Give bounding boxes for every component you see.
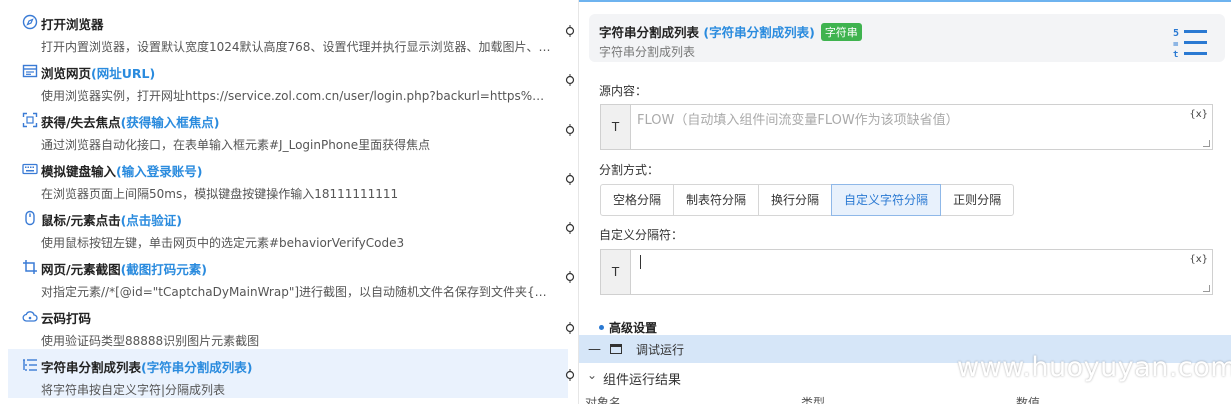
resize-handle[interactable] <box>1203 285 1210 292</box>
minimize-icon[interactable]: — <box>588 342 601 357</box>
variable-insert-icon[interactable]: {x} <box>1189 254 1208 265</box>
connector-handle-icon[interactable] <box>564 322 576 334</box>
step-open-browser[interactable]: 打开浏览器 打开内置浏览器，设置默认宽度1024默认高度768、设置代理并执行显… <box>8 6 568 55</box>
bullet-icon <box>599 325 604 330</box>
watermark: www.huoyuyan.com <box>957 352 1231 383</box>
list-split-icon: 5 = t <box>1173 28 1207 60</box>
step-title: 鼠标/元素点击(点击验证) <box>41 213 183 228</box>
step-keyboard-input[interactable]: 模拟键盘输入(输入登录账号) 在浏览器页面上间隔50ms，模拟键盘按键操作输入1… <box>8 153 568 202</box>
connector-handle-icon[interactable] <box>564 173 576 185</box>
step-title: 云码打码 <box>41 311 92 326</box>
step-title: 浏览网页(网址URL) <box>41 66 156 81</box>
run-result-label: 组件运行结果 <box>603 373 682 388</box>
component-settings-panel: 字符串分割成列表 (字符串分割成列表) 字符串 字符串分割成列表 5 = t 源内… <box>578 0 1231 404</box>
resize-handle[interactable] <box>1203 140 1210 147</box>
crop-icon <box>23 260 37 274</box>
split-option-custom[interactable]: 自定义字符分隔 <box>831 184 942 216</box>
step-desc: 使用验证码类型88888识别图片元素截图 <box>41 334 260 348</box>
advanced-settings-toggle[interactable]: 高级设置 <box>599 319 657 336</box>
list-split-icon <box>23 359 37 371</box>
step-desc: 打开内置浏览器，设置默认宽度1024默认高度768、设置代理并执行显示浏览器、加… <box>41 40 551 54</box>
result-table-header: 对象名 类型 数值 <box>579 392 1231 404</box>
keyboard-icon <box>22 163 38 175</box>
cloud-icon <box>22 311 38 322</box>
window-icon[interactable] <box>610 344 622 354</box>
type-badge: 字符串 <box>820 23 862 41</box>
chevron-down-icon[interactable]: ⌄ <box>587 368 597 382</box>
variable-insert-icon[interactable]: {x} <box>1189 109 1208 120</box>
split-option-newline[interactable]: 换行分隔 <box>758 184 833 216</box>
custom-delimiter-label: 自定义分隔符： <box>599 228 684 242</box>
mouse-icon <box>25 210 35 226</box>
column-type: 类型 <box>801 396 826 404</box>
connector-handle-icon[interactable] <box>564 369 576 381</box>
connector-handle-icon[interactable] <box>564 74 576 86</box>
focus-frame-icon <box>22 112 38 128</box>
connector-handle-icon[interactable] <box>564 222 576 234</box>
split-mode-selector: 空格分隔 制表符分隔 换行分隔 自定义字符分隔 正则分隔 <box>600 184 1015 216</box>
step-title: 网页/元素截图(截图打码元素) <box>41 262 208 277</box>
component-title: 字符串分割成列表 (字符串分割成列表) 字符串 <box>599 22 862 41</box>
step-desc: 对指定元素//*[@id="tCaptchaDyMainWrap"]进行截图，以… <box>41 285 551 299</box>
step-browse-page[interactable]: 浏览网页(网址URL) 使用浏览器实例，打开网址https://service.… <box>8 55 568 104</box>
split-mode-label: 分割方式： <box>599 163 660 177</box>
svg-text:=: = <box>1173 40 1179 50</box>
step-title: 字符串分割成列表(字符串分割成列表) <box>41 360 253 375</box>
connector-handle-icon[interactable] <box>564 25 576 37</box>
step-title: 模拟键盘输入(输入登录账号) <box>41 164 203 179</box>
component-header: 字符串分割成列表 (字符串分割成列表) 字符串 字符串分割成列表 5 = t <box>589 14 1225 62</box>
source-label: 源内容： <box>599 84 648 98</box>
step-desc: 将字符串按自定义字符|分隔成列表 <box>41 383 226 397</box>
step-mouse-click[interactable]: 鼠标/元素点击(点击验证) 使用鼠标按钮左键，单击网页中的选定元素#behavi… <box>8 202 568 251</box>
text-cursor <box>640 255 641 269</box>
source-content-field[interactable]: T FLOW（自动填入组件间流变量FLOW作为该项缺省值） {x} <box>600 104 1213 150</box>
step-captcha-solve[interactable]: 云码打码 使用验证码类型88888识别图片元素截图 <box>8 300 568 349</box>
step-desc: 使用鼠标按钮左键，单击网页中的选定元素#behaviorVerifyCode3 <box>41 236 405 250</box>
text-type-toggle[interactable]: T <box>601 105 631 149</box>
browser-window-icon <box>22 64 38 78</box>
debug-run-label: 调试运行 <box>636 343 685 357</box>
text-type-toggle[interactable]: T <box>601 250 631 294</box>
column-object-name: 对象名 <box>585 396 622 404</box>
compass-icon <box>22 14 38 30</box>
split-option-tab[interactable]: 制表符分隔 <box>673 184 760 216</box>
source-placeholder: FLOW（自动填入组件间流变量FLOW作为该项缺省值） <box>637 113 959 128</box>
step-split-string[interactable]: 字符串分割成列表(字符串分割成列表) 将字符串按自定义字符|分隔成列表 <box>8 349 568 398</box>
workflow-step-list: 打开浏览器 打开内置浏览器，设置默认宽度1024默认高度768、设置代理并执行显… <box>0 0 578 404</box>
step-desc: 在浏览器页面上间隔50ms，模拟键盘按键操作输入18111111111 <box>41 187 399 201</box>
connector-handle-icon[interactable] <box>564 271 576 283</box>
panel-top-border <box>579 0 1231 2</box>
step-focus[interactable]: 获得/失去焦点(获得输入框焦点) 通过浏览器自动化接口，在表单输入框元素#J_L… <box>8 104 568 153</box>
step-title: 打开浏览器 <box>41 17 104 32</box>
svg-text:t: t <box>1173 50 1178 60</box>
step-desc: 通过浏览器自动化接口，在表单输入框元素#J_LoginPhone里面获得焦点 <box>41 138 431 152</box>
step-title: 获得/失去焦点(获得输入框焦点) <box>41 115 220 130</box>
split-option-regex[interactable]: 正则分隔 <box>940 184 1015 216</box>
column-value: 数值 <box>1016 396 1041 404</box>
connector-handle-icon[interactable] <box>564 124 576 136</box>
step-desc: 使用浏览器实例，打开网址https://service.zol.com.cn/u… <box>41 89 551 103</box>
custom-delimiter-field[interactable]: T {x} <box>600 249 1213 295</box>
step-screenshot[interactable]: 网页/元素截图(截图打码元素) 对指定元素//*[@id="tCaptchaDy… <box>8 251 568 300</box>
component-subtitle: 字符串分割成列表 <box>599 45 696 59</box>
split-option-space[interactable]: 空格分隔 <box>600 184 675 216</box>
svg-text:5: 5 <box>1173 28 1179 39</box>
